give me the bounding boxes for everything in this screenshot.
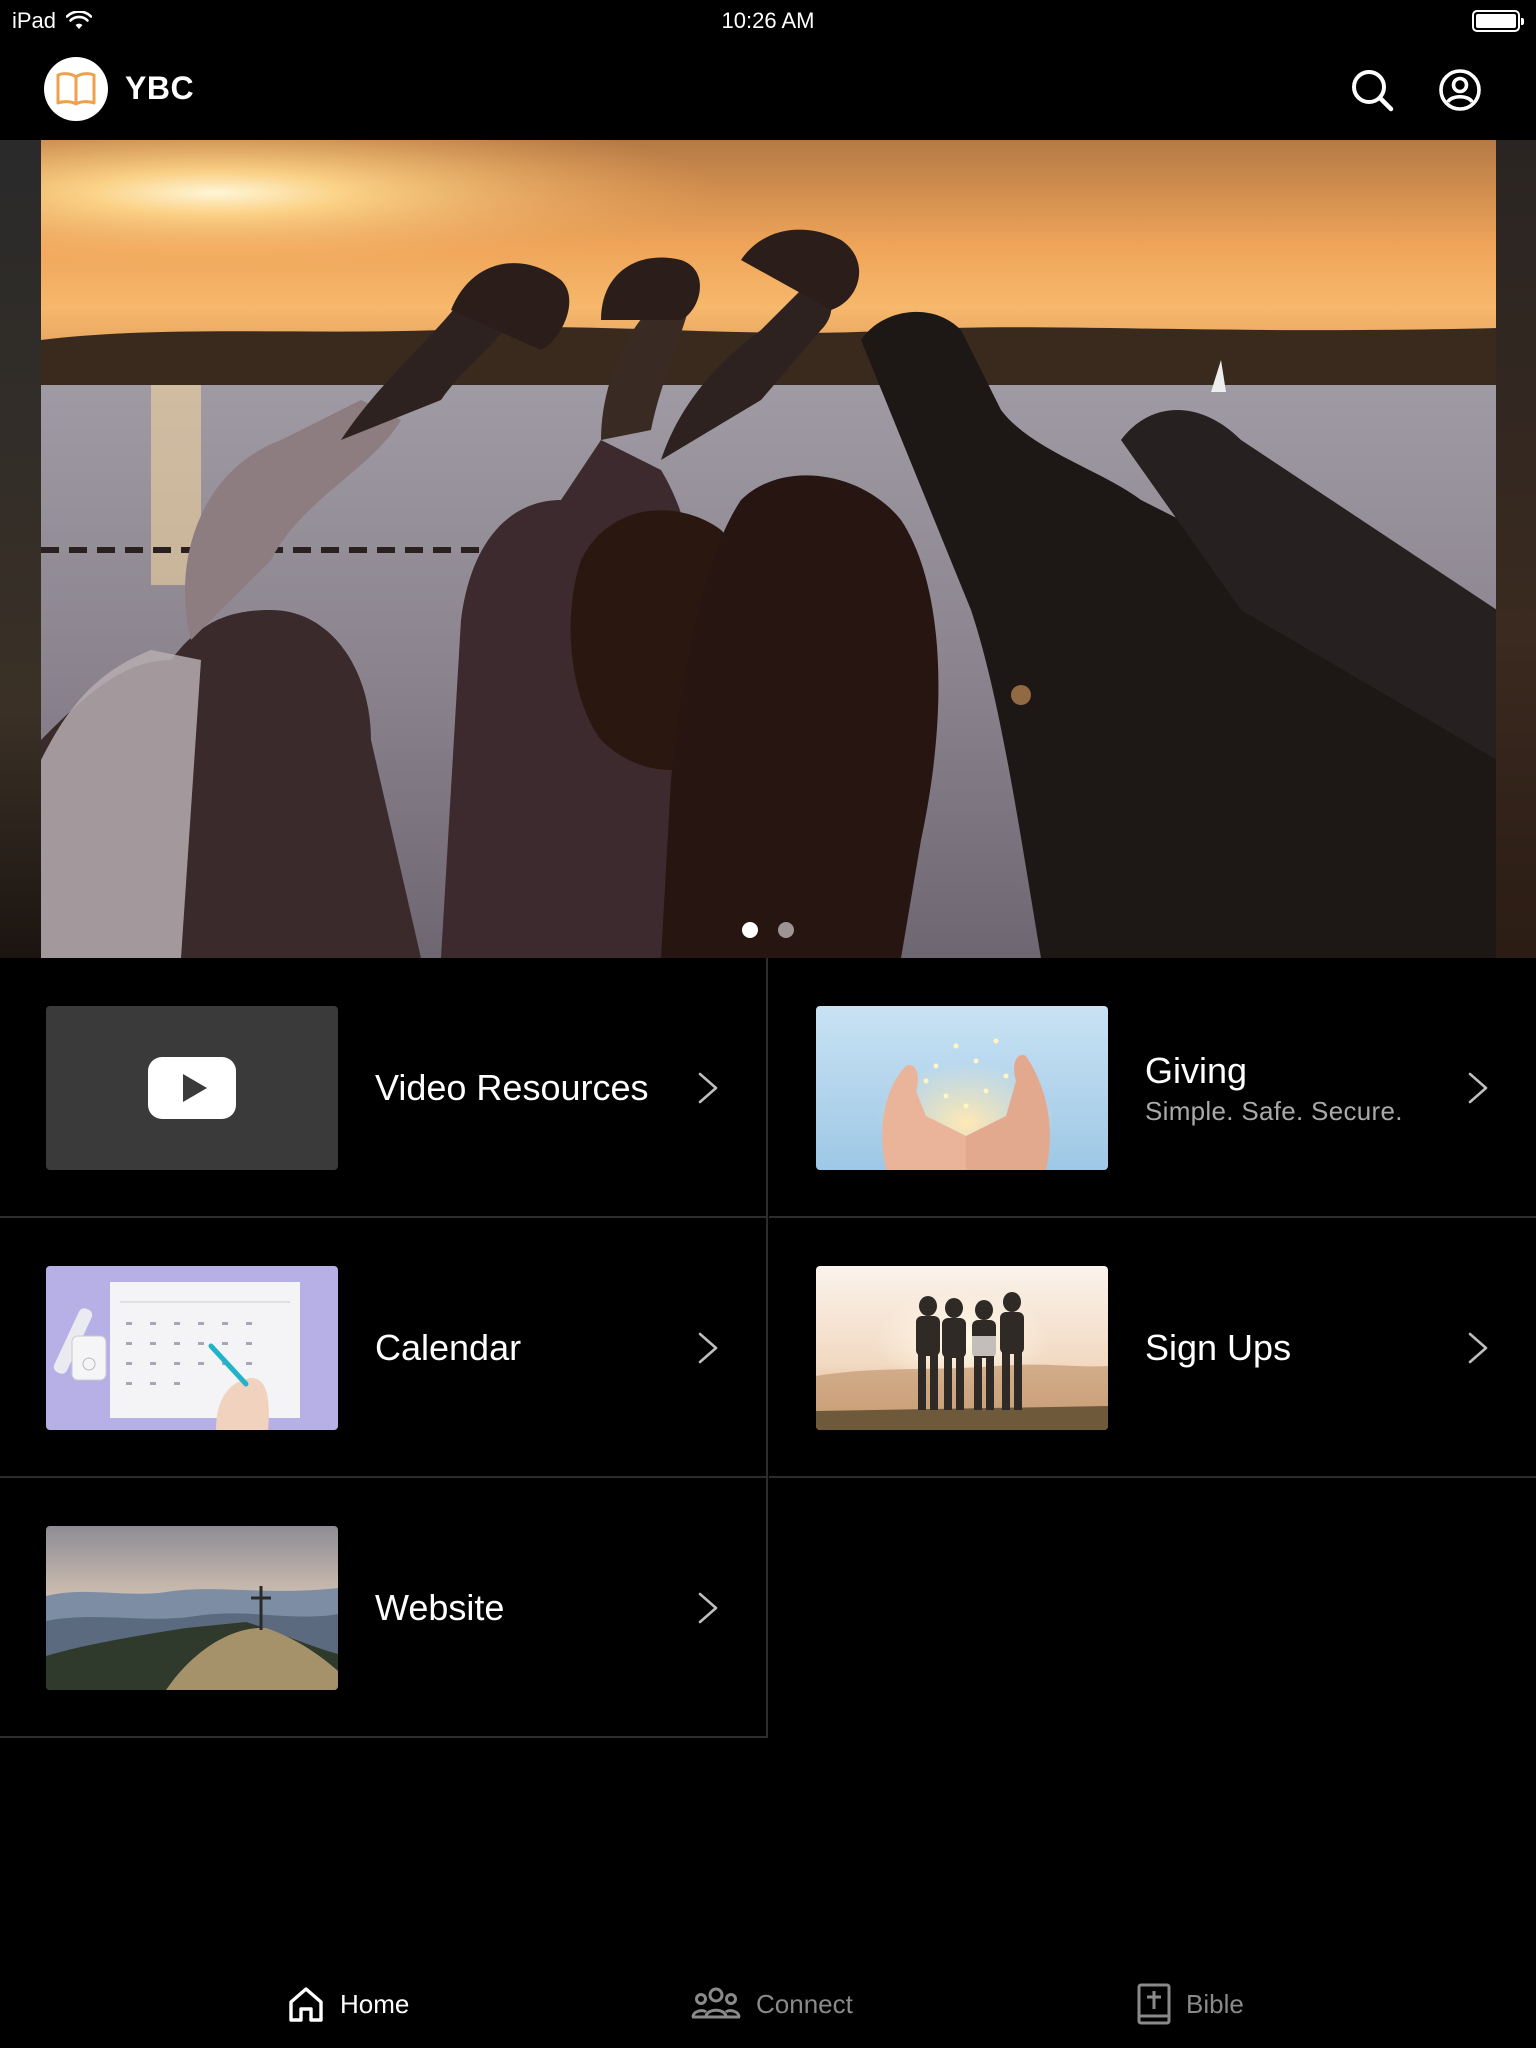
tile-title: Calendar <box>375 1327 522 1368</box>
bible-icon <box>1137 1983 1171 2025</box>
giving-thumbnail <box>816 1006 1108 1170</box>
tile-text: Giving Simple. Safe. Secure. <box>1145 958 1403 1218</box>
search-button[interactable] <box>1348 66 1396 114</box>
chevron-right-icon <box>1468 1072 1488 1104</box>
chevron-right-icon <box>698 1592 718 1624</box>
carousel-dot-2[interactable] <box>778 922 794 938</box>
status-time: 10:26 AM <box>721 8 815 33</box>
tile-text: Sign Ups <box>1145 1218 1291 1478</box>
carousel-pagination <box>0 922 1536 938</box>
group-icon <box>691 1987 741 2019</box>
battery-icon <box>1472 10 1524 32</box>
website-thumbnail <box>46 1526 338 1690</box>
account-button[interactable] <box>1436 66 1484 114</box>
chevron-right-icon <box>698 1332 718 1364</box>
tile-video-resources[interactable]: Video Resources <box>0 958 768 1218</box>
app-title: YBC <box>125 70 195 106</box>
hero-slide-image[interactable] <box>41 140 1497 958</box>
calendar-paper-image <box>46 1266 338 1430</box>
tab-connect[interactable]: Connect <box>690 1960 853 2048</box>
tile-giving[interactable]: Giving Simple. Safe. Secure. <box>769 958 1536 1218</box>
tab-bible[interactable]: Bible <box>1136 1960 1244 2048</box>
previous-slide-peek[interactable] <box>0 140 41 958</box>
hands-with-lights-image <box>816 1006 1108 1170</box>
chevron-right-icon <box>1468 1332 1488 1364</box>
tab-label-home: Home <box>340 1988 410 2019</box>
youtube-logo-icon <box>148 1057 236 1119</box>
app-header: YBC <box>0 40 1536 140</box>
app-logo[interactable] <box>44 57 108 121</box>
search-icon <box>1352 70 1394 112</box>
next-slide-peek[interactable] <box>1496 140 1536 958</box>
open-book-icon <box>56 72 96 106</box>
mountain-cross-image <box>46 1526 338 1690</box>
tile-calendar[interactable]: Calendar <box>0 1218 768 1478</box>
calendar-thumbnail <box>46 1266 338 1430</box>
chevron-right-icon <box>698 1072 718 1104</box>
user-circle-icon <box>1439 69 1481 111</box>
tile-text: Website <box>375 1478 504 1738</box>
tile-text: Video Resources <box>375 958 649 1218</box>
tile-title: Video Resources <box>375 1067 649 1108</box>
tile-sign-ups[interactable]: Sign Ups <box>769 1218 1536 1478</box>
friends-sunset-image <box>816 1266 1108 1430</box>
hero-image <box>41 140 1497 958</box>
video-resources-thumbnail <box>46 1006 338 1170</box>
sign-ups-thumbnail <box>816 1266 1108 1430</box>
tile-title: Website <box>375 1587 505 1628</box>
home-icon <box>289 1987 323 2022</box>
tile-subtitle: Simple. Safe. Secure. <box>1145 1095 1403 1126</box>
tab-label-bible: Bible <box>1186 1988 1244 2019</box>
tile-website[interactable]: Website <box>0 1478 768 1738</box>
tile-title: Sign Ups <box>1145 1327 1292 1368</box>
status-bar: iPad 10:26 AM <box>0 0 1536 40</box>
carousel-dot-1[interactable] <box>742 922 758 938</box>
tile-text: Calendar <box>375 1218 521 1478</box>
hero-carousel[interactable] <box>0 140 1536 958</box>
tile-title: Giving <box>1145 1049 1248 1091</box>
tab-bar: Home Connect Bible <box>0 1960 1536 2048</box>
tab-label-connect: Connect <box>756 1988 853 2019</box>
tab-home[interactable]: Home <box>286 1960 409 2048</box>
